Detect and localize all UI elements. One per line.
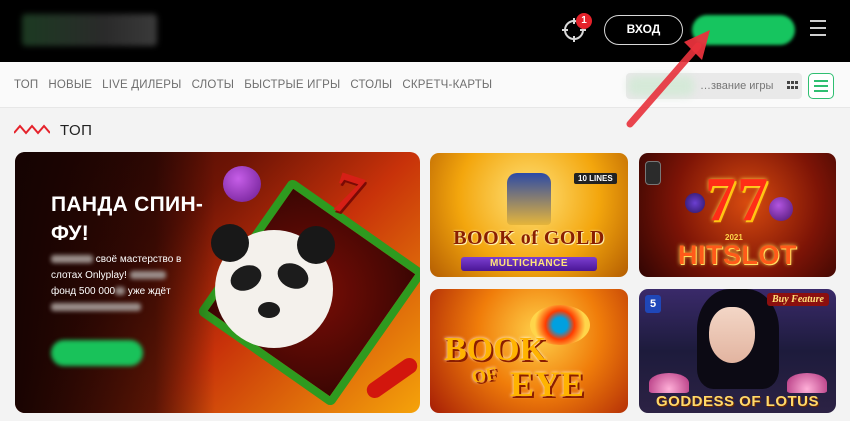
- banner-text-line3b: уже ждёт: [127, 286, 171, 297]
- hamburger-icon[interactable]: [810, 20, 826, 36]
- lotus-icon: [787, 373, 827, 393]
- panda-ear-right: [297, 226, 335, 264]
- tab-new[interactable]: НОВЫЕ: [48, 79, 92, 91]
- panda-nose: [258, 302, 280, 318]
- sliders-icon: [814, 80, 828, 82]
- section-title: ТОП: [60, 121, 93, 139]
- pharaoh-image: [507, 173, 551, 225]
- goddess-face: [709, 307, 755, 363]
- tab-scratch-cards[interactable]: СКРЕТЧ-КАРТЫ: [402, 79, 492, 91]
- tab-slots[interactable]: СЛОТЫ: [192, 79, 235, 91]
- game-title: GODDESS OF LOTUS: [655, 393, 819, 410]
- provider-badge: [645, 161, 661, 185]
- tab-top[interactable]: ТОП: [14, 79, 38, 91]
- grid-dots-icon[interactable]: [787, 81, 799, 91]
- banner-text: своё мастерство в слотах Onlyplay! фонд …: [51, 252, 221, 316]
- game-title-word2: OF: [470, 362, 499, 388]
- banner-text-line3: фонд 500 000: [51, 286, 116, 297]
- game-tile-book-of-gold[interactable]: 10 LINES BOOK of GOLD MULTICHANCE: [430, 153, 628, 277]
- banner-cta-button[interactable]: [51, 340, 143, 366]
- game-subtitle: MULTICHANCE: [461, 257, 597, 271]
- game-title: BOOK of GOLD: [453, 227, 605, 249]
- blurred-text: [51, 303, 141, 312]
- search-input[interactable]: [700, 77, 778, 95]
- section-header: ТОП: [14, 120, 92, 140]
- top-header: 1 ВХОД: [0, 0, 850, 62]
- tab-tables[interactable]: СТОЛЫ: [350, 79, 392, 91]
- grape-symbol: [685, 193, 705, 213]
- tab-live-dealers[interactable]: LIVE ДИЛЕРЫ: [102, 79, 181, 91]
- register-button[interactable]: [692, 15, 795, 45]
- search-highlight: [628, 76, 694, 96]
- category-nav: ТОП НОВЫЕ LIVE ДИЛЕРЫ СЛОТЫ БЫСТРЫЕ ИГРЫ…: [0, 62, 850, 108]
- game-tile-goddess-of-lotus[interactable]: 5 Buy Feature GODDESS OF LOTUS: [639, 289, 836, 413]
- game-tile-hitslot[interactable]: 7 7 2021 HITSLOT: [639, 153, 836, 277]
- site-logo[interactable]: [22, 14, 157, 46]
- search-field[interactable]: [626, 73, 802, 99]
- buy-feature-tag: Buy Feature: [767, 293, 829, 306]
- bonus-button[interactable]: 1: [561, 13, 592, 44]
- zigzag-icon: [14, 124, 50, 135]
- lotus-icon: [649, 373, 689, 393]
- game-title: HITSLOT: [678, 240, 797, 270]
- provider-badge: 5: [645, 295, 661, 313]
- blurred-text: [129, 271, 166, 280]
- filter-button[interactable]: [808, 73, 834, 99]
- game-tile-book-of-eye[interactable]: BOOK OF EYE: [430, 289, 628, 413]
- login-button[interactable]: ВХОД: [604, 15, 683, 45]
- blurred-text: [115, 287, 126, 296]
- tab-fast-games[interactable]: БЫСТРЫЕ ИГРЫ: [244, 79, 340, 91]
- banner-title: ПАНДА СПИН-ФУ!: [51, 193, 204, 245]
- plum-symbol: [769, 197, 793, 221]
- chili-symbol: [363, 354, 420, 402]
- banner-text-line2: слотах Onlyplay!: [51, 270, 127, 281]
- seven-symbol: 7: [323, 158, 372, 229]
- lines-tag: 10 LINES: [574, 173, 617, 184]
- game-title-word3: EYE: [510, 364, 585, 404]
- plum-symbol: [223, 166, 261, 202]
- seven-symbol: 7: [705, 166, 736, 234]
- promo-banner[interactable]: 7 ПАНДА СПИН-ФУ! своё мастерство в слота…: [15, 152, 420, 413]
- notification-badge: 1: [576, 13, 592, 29]
- seven-symbol: 7: [737, 166, 768, 234]
- blurred-text: [51, 255, 93, 264]
- banner-text-line1: своё мастерство в: [95, 254, 182, 265]
- category-tabs: ТОП НОВЫЕ LIVE ДИЛЕРЫ СЛОТЫ БЫСТРЫЕ ИГРЫ…: [14, 79, 492, 91]
